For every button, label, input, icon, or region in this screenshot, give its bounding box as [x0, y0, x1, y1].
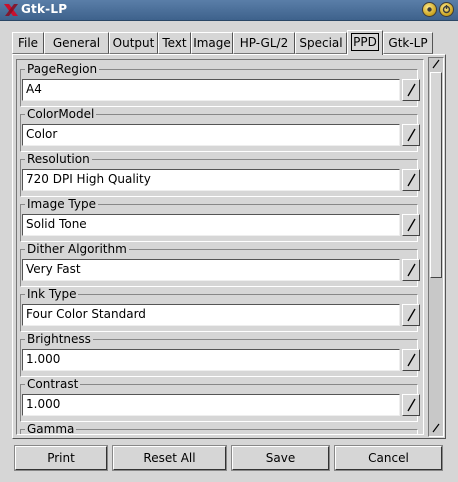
option-gamma: Gamma [20, 422, 418, 434]
tab-image[interactable]: Image [191, 32, 233, 54]
minimize-button[interactable] [422, 2, 437, 17]
down-arrow-icon[interactable] [430, 422, 442, 434]
option-label: ColorModel [25, 107, 97, 121]
tab-general[interactable]: General [44, 32, 109, 54]
close-icon [442, 5, 451, 14]
option-label: PageRegion [25, 62, 100, 76]
up-arrow-icon[interactable] [430, 58, 442, 70]
combo-arrow-icon [407, 398, 416, 412]
print-button[interactable]: Print [15, 446, 107, 470]
save-button[interactable]: Save [232, 446, 329, 470]
combo-arrow-icon [407, 83, 416, 97]
reset-all-button[interactable]: Reset All [113, 446, 226, 470]
scrollbar-thumb[interactable] [430, 72, 442, 278]
dither-algorithm-value[interactable]: Very Fast [22, 259, 400, 281]
brightness-dropdown-button[interactable] [402, 349, 420, 371]
brightness-value[interactable]: 1.000 [22, 349, 400, 371]
ink-type-dropdown-button[interactable] [402, 304, 420, 326]
option-label: Dither Algorithm [25, 242, 129, 256]
option-page-region: PageRegion A4 [20, 62, 420, 107]
gtk-lp-icon [4, 4, 18, 16]
close-button[interactable] [439, 2, 454, 17]
page-region-value[interactable]: A4 [22, 79, 400, 101]
option-resolution: Resolution 720 DPI High Quality [20, 152, 420, 197]
option-label: Ink Type [25, 287, 79, 301]
combo-arrow-icon [407, 308, 416, 322]
combo-arrow-icon [407, 353, 416, 367]
tab-ppd[interactable]: PPD [347, 30, 383, 55]
window-title: Gtk-LP [21, 2, 68, 16]
option-label: Gamma [25, 422, 77, 435]
resolution-dropdown-button[interactable] [402, 169, 420, 191]
option-label: Resolution [25, 152, 92, 166]
tab-output[interactable]: Output [109, 32, 158, 54]
combo-arrow-icon [407, 128, 416, 142]
color-model-value[interactable]: Color [22, 124, 400, 146]
resolution-value[interactable]: 720 DPI High Quality [22, 169, 400, 191]
page-region-dropdown-button[interactable] [402, 79, 420, 101]
ink-type-value[interactable]: Four Color Standard [22, 304, 400, 326]
option-contrast: Contrast 1.000 [20, 377, 420, 422]
option-label: Contrast [25, 377, 81, 391]
tab-special[interactable]: Special [295, 32, 347, 54]
tab-gtk-lp[interactable]: Gtk-LP [383, 32, 433, 54]
combo-arrow-icon [407, 218, 416, 232]
combo-arrow-icon [407, 173, 416, 187]
option-color-model: ColorModel Color [20, 107, 420, 152]
option-dither-algorithm: Dither Algorithm Very Fast [20, 242, 420, 287]
dither-algorithm-dropdown-button[interactable] [402, 259, 420, 281]
title-bar[interactable]: Gtk-LP [0, 0, 458, 21]
option-label: Image Type [25, 197, 98, 211]
vertical-scrollbar[interactable] [428, 57, 444, 437]
option-ink-type: Ink Type Four Color Standard [20, 287, 420, 332]
option-brightness: Brightness 1.000 [20, 332, 420, 377]
contrast-value[interactable]: 1.000 [22, 394, 400, 416]
cancel-button[interactable]: Cancel [335, 446, 442, 470]
tab-file[interactable]: File [12, 32, 44, 54]
tab-text[interactable]: Text [158, 32, 191, 54]
option-label: Brightness [25, 332, 93, 346]
tab-hpgl2[interactable]: HP-GL/2 [233, 32, 295, 54]
option-image-type: Image Type Solid Tone [20, 197, 420, 242]
ppd-options-scroll-area[interactable]: PageRegion A4 ColorModel Color Resolutio… [16, 59, 424, 435]
minimize-icon [427, 7, 432, 12]
contrast-dropdown-button[interactable] [402, 394, 420, 416]
color-model-dropdown-button[interactable] [402, 124, 420, 146]
combo-arrow-icon [407, 263, 416, 277]
image-type-value[interactable]: Solid Tone [22, 214, 400, 236]
image-type-dropdown-button[interactable] [402, 214, 420, 236]
